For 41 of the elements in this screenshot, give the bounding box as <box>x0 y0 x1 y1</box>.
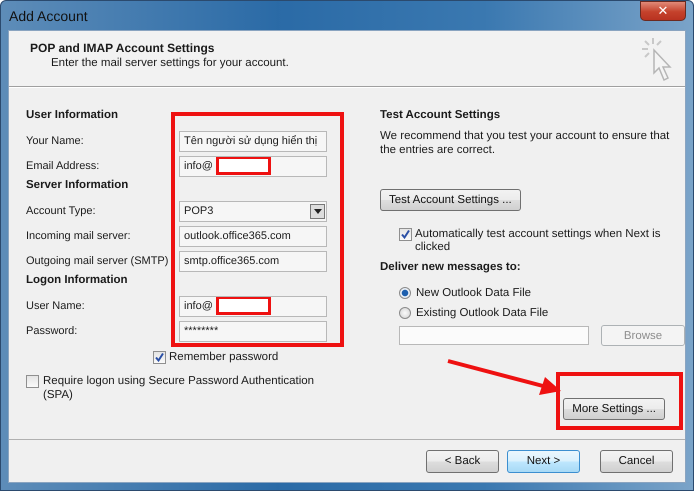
window-title: Add Account <box>8 8 88 24</box>
checkbox[interactable] <box>399 228 412 241</box>
section-heading: Test Account Settings <box>380 108 502 123</box>
input-field[interactable]: info@ <box>179 296 327 316</box>
radio-button[interactable] <box>399 307 411 319</box>
close-button[interactable]: ✕ <box>640 1 686 21</box>
cursor-sparkle-icon <box>641 37 673 83</box>
input-field[interactable]: outlook.office365.com <box>179 226 327 246</box>
page-title: POP and IMAP Account Settings <box>30 41 216 55</box>
account-type-dropdown[interactable]: POP3 <box>179 200 327 222</box>
input-field[interactable]: Tên người sử dụng hiển thị <box>179 130 327 152</box>
field-label: Incoming mail server: <box>26 230 132 242</box>
input-field[interactable]: info@ <box>179 156 327 176</box>
radio-label: New Outlook Data File <box>416 287 532 299</box>
field-label: Account Type: <box>26 204 97 216</box>
section-heading: Deliver new messages to: <box>380 260 522 275</box>
input-field[interactable]: smtp.office365.com <box>179 250 327 272</box>
dialog-button[interactable]: Cancel <box>600 450 673 472</box>
field-label: Password: <box>26 324 78 336</box>
checkbox[interactable] <box>153 350 166 364</box>
password-field[interactable]: ******** <box>179 320 327 342</box>
field-label: User Name: <box>26 300 86 312</box>
checkbox[interactable] <box>26 375 39 388</box>
more-settings-button[interactable]: More Settings ... <box>563 398 665 420</box>
test-account-settings-button[interactable]: Test Account Settings ... <box>380 189 521 211</box>
field-label: Email Address: <box>26 160 100 172</box>
radio-button[interactable] <box>399 287 411 299</box>
field-label: Outgoing mail server (SMTP) <box>26 254 170 266</box>
radio-label: Existing Outlook Data File <box>416 307 548 319</box>
dialog-button[interactable]: Next > <box>507 450 580 472</box>
dialog-button[interactable]: < Back <box>426 450 499 472</box>
page-subtitle: Enter the mail server settings for your account. <box>50 57 289 69</box>
field-label: Your Name: <box>26 134 85 146</box>
description-text: We recommend that you test your account to ensure that the entries are correct. <box>380 129 670 157</box>
section-heading: User Information <box>26 108 120 123</box>
section-heading: Logon Information <box>26 273 129 288</box>
checkbox-label: Require logon using Secure Password Authentication (SPA) <box>43 374 316 402</box>
checkbox-label: Remember password <box>169 351 278 363</box>
file-path-field[interactable] <box>399 326 589 345</box>
section-heading: Server Information <box>26 178 130 193</box>
checkbox-label: Automatically test account settings when Next is clicked <box>415 228 662 254</box>
